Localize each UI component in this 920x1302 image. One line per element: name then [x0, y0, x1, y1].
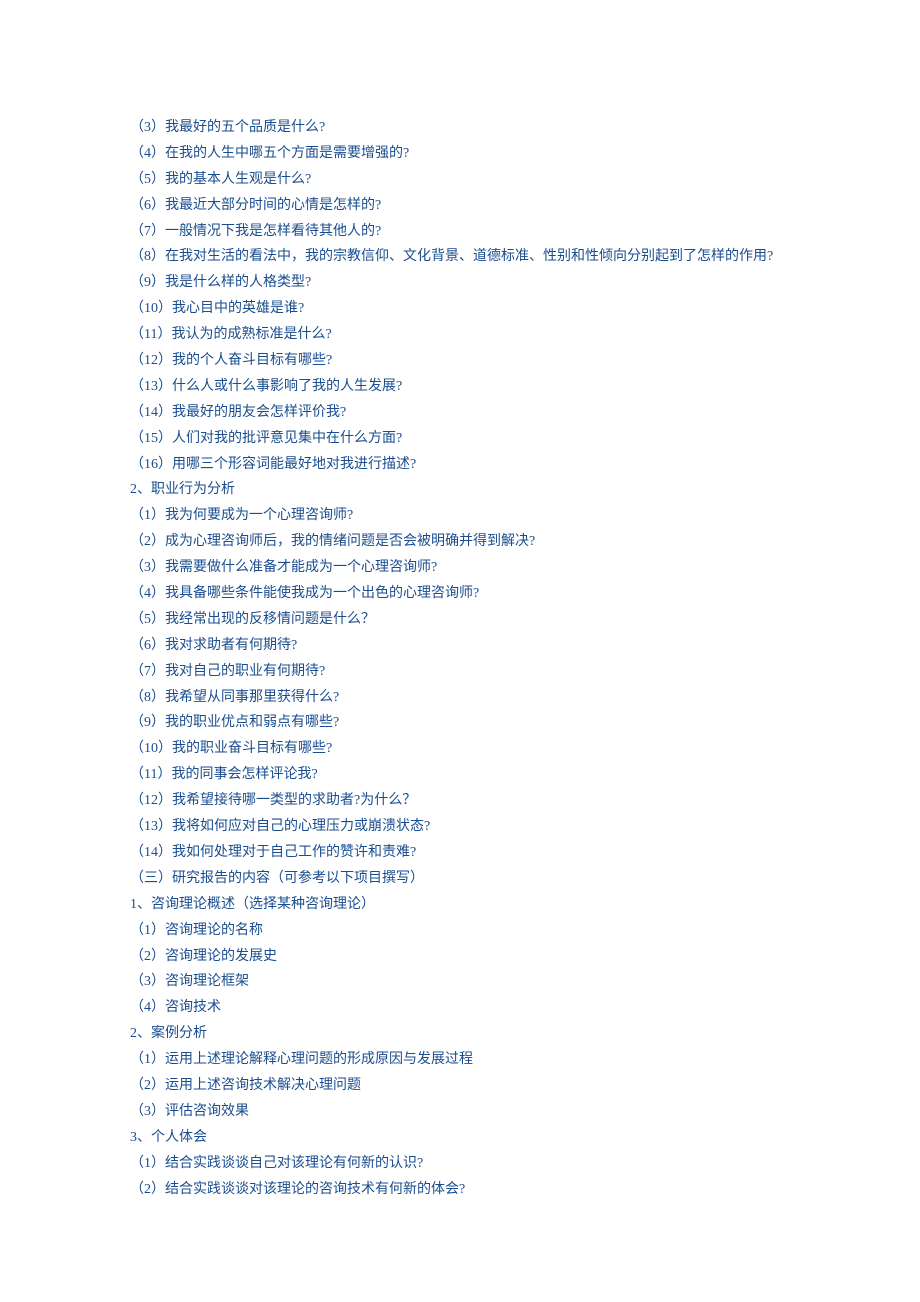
- text-line: （4）我具备哪些条件能使我成为一个出色的心理咨询师?: [130, 581, 790, 607]
- text-line: （1）我为何要成为一个心理咨询师?: [130, 503, 790, 529]
- text-line: （8）在我对生活的看法中，我的宗教信仰、文化背景、道德标准、性别和性倾向分别起到…: [130, 244, 790, 270]
- text-line: （6）我对求助者有何期待?: [130, 633, 790, 659]
- text-line: （14）我如何处理对于自己工作的赞许和责难?: [130, 840, 790, 866]
- text-line: （9）我的职业优点和弱点有哪些?: [130, 710, 790, 736]
- text-line: （13）我将如何应对自己的心理压力或崩溃状态?: [130, 814, 790, 840]
- section-heading: 3、个人体会: [130, 1125, 790, 1151]
- section-heading: 1、咨询理论概述（选择某种咨询理论）: [130, 892, 790, 918]
- text-line: （3）我最好的五个品质是什么?: [130, 115, 790, 141]
- text-line: （1）咨询理论的名称: [130, 918, 790, 944]
- text-line: （11）我认为的成熟标准是什么?: [130, 322, 790, 348]
- section-heading: 2、职业行为分析: [130, 477, 790, 503]
- text-line: （7）一般情况下我是怎样看待其他人的?: [130, 219, 790, 245]
- section-heading: 2、案例分析: [130, 1021, 790, 1047]
- text-line: （16）用哪三个形容词能最好地对我进行描述?: [130, 452, 790, 478]
- text-line: （2）成为心理咨询师后，我的情绪问题是否会被明确并得到解决?: [130, 529, 790, 555]
- text-line: （11）我的同事会怎样评论我?: [130, 762, 790, 788]
- text-line: （15）人们对我的批评意见集中在什么方面?: [130, 426, 790, 452]
- text-line: （2）咨询理论的发展史: [130, 944, 790, 970]
- text-line: （6）我最近大部分时间的心情是怎样的?: [130, 193, 790, 219]
- text-line: （1）运用上述理论解释心理问题的形成原因与发展过程: [130, 1047, 790, 1073]
- text-line: （3）评估咨询效果: [130, 1099, 790, 1125]
- text-line: （5）我经常出现的反移情问题是什么？: [130, 607, 790, 633]
- text-line: （10）我的职业奋斗目标有哪些?: [130, 736, 790, 762]
- document-content: （3）我最好的五个品质是什么? （4）在我的人生中哪五个方面是需要增强的? （5…: [130, 115, 790, 1202]
- text-line: （7）我对自己的职业有何期待?: [130, 659, 790, 685]
- text-line: （3）我需要做什么准备才能成为一个心理咨询师?: [130, 555, 790, 581]
- section-heading: （三）研究报告的内容（可参考以下项目撰写）: [130, 866, 790, 892]
- text-line: （3）咨询理论框架: [130, 969, 790, 995]
- text-line: （9）我是什么样的人格类型?: [130, 270, 790, 296]
- text-line: （8）我希望从同事那里获得什么?: [130, 685, 790, 711]
- text-line: （1）结合实践谈谈自己对该理论有何新的认识?: [130, 1151, 790, 1177]
- text-line: （4）咨询技术: [130, 995, 790, 1021]
- text-line: （4）在我的人生中哪五个方面是需要增强的?: [130, 141, 790, 167]
- text-line: （12）我的个人奋斗目标有哪些?: [130, 348, 790, 374]
- text-line: （2）运用上述咨询技术解决心理问题: [130, 1073, 790, 1099]
- text-line: （5）我的基本人生观是什么?: [130, 167, 790, 193]
- text-line: （2）结合实践谈谈对该理论的咨询技术有何新的体会?: [130, 1177, 790, 1203]
- text-line: （12）我希望接待哪一类型的求助者?为什么？: [130, 788, 790, 814]
- text-line: （10）我心目中的英雄是谁?: [130, 296, 790, 322]
- text-line: （14）我最好的朋友会怎样评价我?: [130, 400, 790, 426]
- text-line: （13）什么人或什么事影响了我的人生发展?: [130, 374, 790, 400]
